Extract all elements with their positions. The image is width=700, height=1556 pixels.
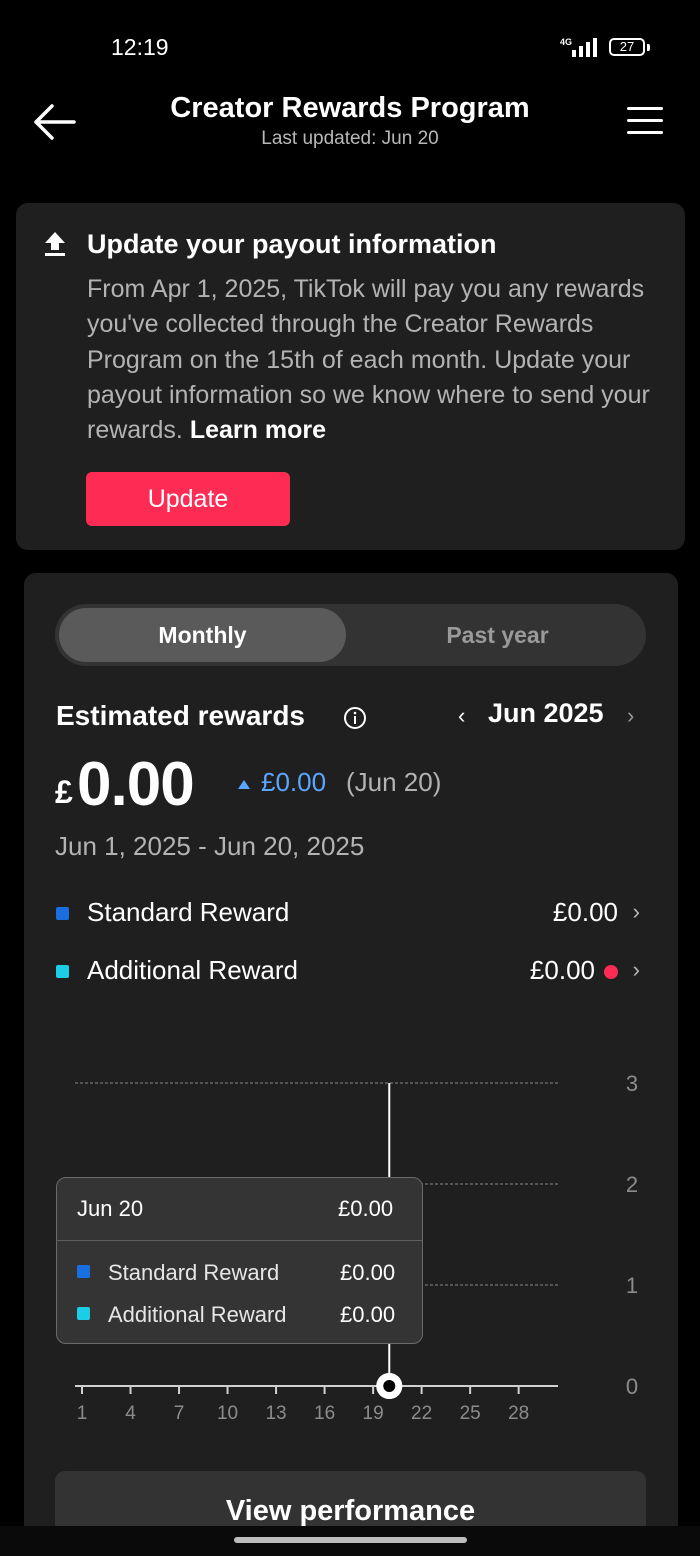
next-month-chevron-icon[interactable]: › (627, 703, 634, 729)
y-tick-label: 3 (626, 1071, 638, 1096)
reward-row-value: £0.00 (552, 897, 618, 927)
alert-dot-icon (604, 965, 618, 979)
tooltip-row-label: Additional Reward (108, 1302, 287, 1327)
x-tick-label: 25 (460, 1403, 481, 1424)
x-tick-label: 4 (125, 1403, 136, 1424)
tooltip-date: Jun 20 (77, 1196, 144, 1221)
x-tick-label: 16 (314, 1403, 335, 1424)
y-tick-label: 2 (626, 1172, 638, 1197)
upload-icon (45, 232, 65, 256)
y-tick-label: 0 (626, 1374, 638, 1399)
tooltip-row-label: Standard Reward (108, 1260, 280, 1285)
payout-card-title: Update your payout information (87, 229, 497, 259)
x-tick-label: 13 (265, 1403, 286, 1424)
reward-row-standard[interactable]: Standard Reward £0.00 › (55, 893, 645, 933)
data-point-center (383, 1380, 396, 1392)
learn-more-link[interactable]: Learn more (190, 416, 326, 444)
tooltip-row-value: £0.00 (340, 1260, 396, 1285)
rewards-amount: 0.00 (77, 750, 195, 819)
chevron-right-icon: › (632, 957, 640, 982)
y-tick-label: 1 (626, 1273, 638, 1298)
network-label: 4G (560, 37, 572, 47)
tooltip-total: £0.00 (338, 1196, 394, 1221)
menu-icon[interactable] (624, 104, 666, 138)
date-range: Jun 1, 2025 - Jun 20, 2025 (55, 831, 365, 861)
page-title: Creator Rewards Program (170, 92, 530, 124)
rewards-change-date: (Jun 20) (346, 767, 442, 797)
tab-past-year[interactable]: Past year (351, 608, 644, 662)
additional-reward-swatch (56, 965, 69, 978)
tab-monthly[interactable]: Monthly (59, 608, 346, 662)
tooltip-standard-swatch (77, 1265, 90, 1278)
x-tick-label: 19 (363, 1403, 384, 1424)
last-updated: Last updated: Jun 20 (261, 128, 439, 149)
rewards-change: £0.00 (261, 767, 327, 797)
prev-month-chevron-icon[interactable]: ‹ (458, 703, 465, 729)
tooltip-row-value: £0.00 (340, 1302, 396, 1327)
reward-row-label: Standard Reward (87, 897, 290, 927)
reward-row-label: Additional Reward (87, 955, 299, 985)
x-tick-label: 7 (174, 1403, 185, 1424)
home-indicator[interactable] (234, 1537, 467, 1543)
up-arrow-icon (238, 780, 250, 789)
update-button[interactable]: Update (86, 472, 290, 526)
info-icon[interactable] (343, 706, 367, 730)
currency-symbol: £ (55, 774, 73, 810)
x-tick-label: 28 (508, 1403, 529, 1424)
signal-icon: 4G (560, 37, 597, 57)
x-tick-label: 10 (217, 1403, 238, 1424)
standard-reward-swatch (56, 907, 69, 920)
month-selector[interactable]: Jun 2025 (488, 698, 604, 729)
estimated-rewards-title: Estimated rewards (56, 700, 305, 731)
reward-row-value: £0.00 (529, 955, 595, 985)
tooltip-additional-swatch (77, 1307, 90, 1320)
payout-card-body: From Apr 1, 2025, TikTok will pay you an… (87, 272, 672, 448)
tooltip-divider (57, 1240, 422, 1241)
x-tick-label: 1 (77, 1403, 88, 1424)
payout-card-text: From Apr 1, 2025, TikTok will pay you an… (87, 275, 650, 445)
reward-row-additional[interactable]: Additional Reward £0.00 › (55, 951, 645, 991)
battery-tip (647, 44, 650, 51)
status-time: 12:19 (111, 34, 169, 60)
battery-icon: 27 (609, 38, 645, 56)
x-tick-label: 22 (411, 1403, 432, 1424)
chevron-right-icon: › (632, 899, 640, 924)
